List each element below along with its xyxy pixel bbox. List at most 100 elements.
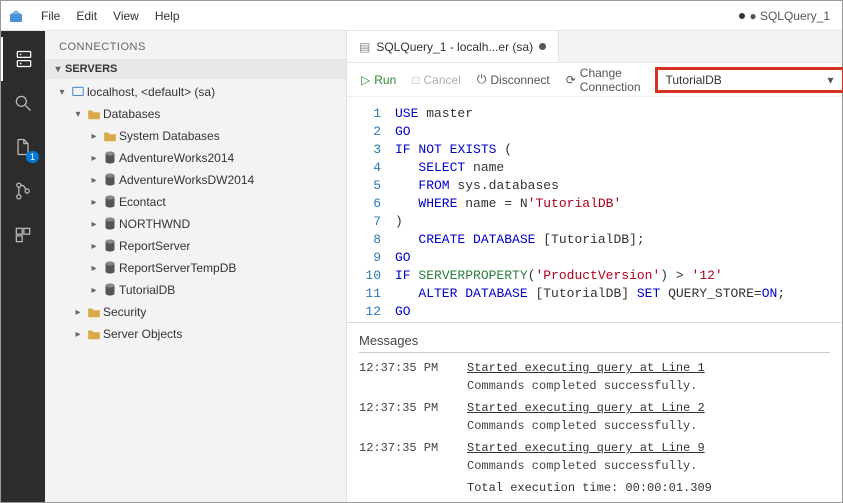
server-label: localhost, <default> (sa): [87, 85, 215, 99]
chevron-right-icon: ▸: [87, 263, 101, 274]
databases-node[interactable]: ▾ Databases: [45, 103, 346, 125]
database-label: Econtact: [119, 195, 166, 209]
database-node[interactable]: ▸ Econtact: [45, 191, 346, 213]
chevron-down-icon: ▾: [51, 64, 65, 75]
message-entry: 12:37:35 PM Started executing query at Li…: [359, 441, 830, 455]
connection-icon: ⟳: [566, 73, 576, 87]
database-label: TutorialDB: [119, 283, 175, 297]
change-connection-button[interactable]: ⟳ Change Connection: [560, 63, 647, 97]
chevron-right-icon: ▸: [87, 197, 101, 208]
activity-extensions-icon[interactable]: [1, 213, 45, 257]
folder-icon: [85, 108, 103, 120]
disconnect-label: Disconnect: [490, 73, 549, 87]
chevron-right-icon: ▸: [87, 219, 101, 230]
disconnect-button[interactable]: ⏻ Disconnect: [471, 69, 556, 90]
change-connection-label: Change Connection: [580, 66, 641, 94]
editor-tabbar: ▤ SQLQuery_1 - localh...er (sa): [347, 31, 842, 63]
message-entry: 12:37:35 PM Started executing query at Li…: [359, 361, 830, 375]
cancel-label: Cancel: [424, 73, 461, 87]
database-node[interactable]: ▸NORTHWND: [45, 213, 346, 235]
database-label: AdventureWorksDW2014: [119, 173, 254, 187]
databases-label: Databases: [103, 107, 160, 121]
database-node[interactable]: ▸ AdventureWorks2014: [45, 147, 346, 169]
folder-icon: [101, 130, 119, 142]
message-time: 12:37:35 PM: [359, 361, 449, 375]
chevron-right-icon: ▸: [71, 307, 85, 318]
run-button[interactable]: ▷ Run: [355, 70, 402, 90]
chevron-down-icon: ▾: [55, 87, 69, 98]
database-icon: [101, 239, 119, 253]
explorer-badge: 1: [26, 151, 39, 163]
folder-icon: [85, 328, 103, 340]
database-node[interactable]: ▸ReportServer: [45, 235, 346, 257]
chevron-right-icon: ▸: [87, 285, 101, 296]
menu-view[interactable]: View: [105, 5, 147, 27]
database-label: ReportServerTempDB: [119, 261, 236, 275]
disconnect-icon: ⏻: [477, 72, 487, 87]
security-node[interactable]: ▸ Security: [45, 301, 346, 323]
database-node[interactable]: ▸AdventureWorksDW2014: [45, 169, 346, 191]
messages-header: Messages: [359, 329, 830, 353]
window-title: ● SQLQuery_1: [749, 9, 836, 23]
message-head: Started executing query at Line 2: [467, 401, 705, 415]
play-icon: ▷: [361, 73, 370, 87]
database-node[interactable]: ▸ TutorialDB: [45, 279, 346, 301]
code-content[interactable]: USE masterGOIF NOT EXISTS ( SELECT name …: [391, 97, 785, 322]
messages-total: Total execution time: 00:00:01.309: [467, 481, 830, 495]
stop-icon: □: [412, 73, 419, 87]
connections-sidebar: CONNECTIONS ▾ SERVERS ▾ localhost, <defa…: [45, 31, 347, 502]
file-icon: ▤: [359, 40, 370, 54]
editor-tab[interactable]: ▤ SQLQuery_1 - localh...er (sa): [347, 31, 559, 62]
database-icon: [101, 283, 119, 297]
server-objects-node[interactable]: ▸ Server Objects: [45, 323, 346, 345]
database-label: System Databases: [119, 129, 220, 143]
menu-file[interactable]: File: [33, 5, 68, 27]
activity-search-icon[interactable]: [1, 81, 45, 125]
server-objects-label: Server Objects: [103, 327, 182, 341]
activity-source-control-icon[interactable]: [1, 169, 45, 213]
message-head: Started executing query at Line 1: [467, 361, 705, 375]
editor-area: ▤ SQLQuery_1 - localh...er (sa) ▷ Run □ …: [347, 31, 842, 502]
chevron-down-icon: ▾: [71, 109, 85, 120]
dirty-dot-icon: [539, 43, 546, 50]
database-node[interactable]: ▸ ReportServerTempDB: [45, 257, 346, 279]
database-icon: [101, 217, 119, 231]
activity-explorer-icon[interactable]: 1: [1, 125, 45, 169]
dirty-indicator-icon: [739, 13, 745, 19]
message-entry: 12:37:35 PM Started executing query at Li…: [359, 401, 830, 415]
chevron-right-icon: ▸: [71, 329, 85, 340]
message-time: 12:37:35 PM: [359, 401, 449, 415]
query-toolbar: ▷ Run □ Cancel ⏻ Disconnect ⟳ Change Con…: [347, 63, 842, 97]
activity-bar: 1: [1, 31, 45, 502]
database-icon: [101, 151, 119, 165]
chevron-right-icon: ▸: [87, 153, 101, 164]
sidebar-panel-title: CONNECTIONS: [45, 31, 346, 59]
database-select[interactable]: TutorialDB ▾: [655, 67, 843, 93]
servers-section-label: SERVERS: [65, 63, 117, 75]
database-select-value: TutorialDB: [666, 73, 722, 87]
menubar: FileEditViewHelp ● SQLQuery_1: [1, 1, 842, 31]
chevron-right-icon: ▸: [87, 131, 101, 142]
folder-icon: [85, 306, 103, 318]
server-node[interactable]: ▾ localhost, <default> (sa): [45, 81, 346, 103]
message-sub: Commands completed successfully.: [467, 459, 830, 473]
message-head: Started executing query at Line 9: [467, 441, 705, 455]
activity-servers-icon[interactable]: [1, 37, 45, 81]
line-gutter: 123456789101112: [347, 97, 391, 322]
chevron-down-icon: ▾: [827, 73, 833, 87]
servers-section-header[interactable]: ▾ SERVERS: [45, 59, 346, 79]
message-sub: Commands completed successfully.: [467, 419, 830, 433]
database-icon: [101, 173, 119, 187]
server-tree: ▾ localhost, <default> (sa) ▾ Databases …: [45, 79, 346, 353]
menu-help[interactable]: Help: [147, 5, 188, 27]
database-label: AdventureWorks2014: [119, 151, 234, 165]
security-label: Security: [103, 305, 146, 319]
code-editor[interactable]: 123456789101112 USE masterGOIF NOT EXIST…: [347, 97, 842, 322]
message-sub: Commands completed successfully.: [467, 379, 830, 393]
message-time: 12:37:35 PM: [359, 441, 449, 455]
server-icon: [69, 85, 87, 99]
database-node[interactable]: ▸ System Databases: [45, 125, 346, 147]
database-label: ReportServer: [119, 239, 190, 253]
menu-edit[interactable]: Edit: [68, 5, 105, 27]
run-label: Run: [374, 73, 396, 87]
